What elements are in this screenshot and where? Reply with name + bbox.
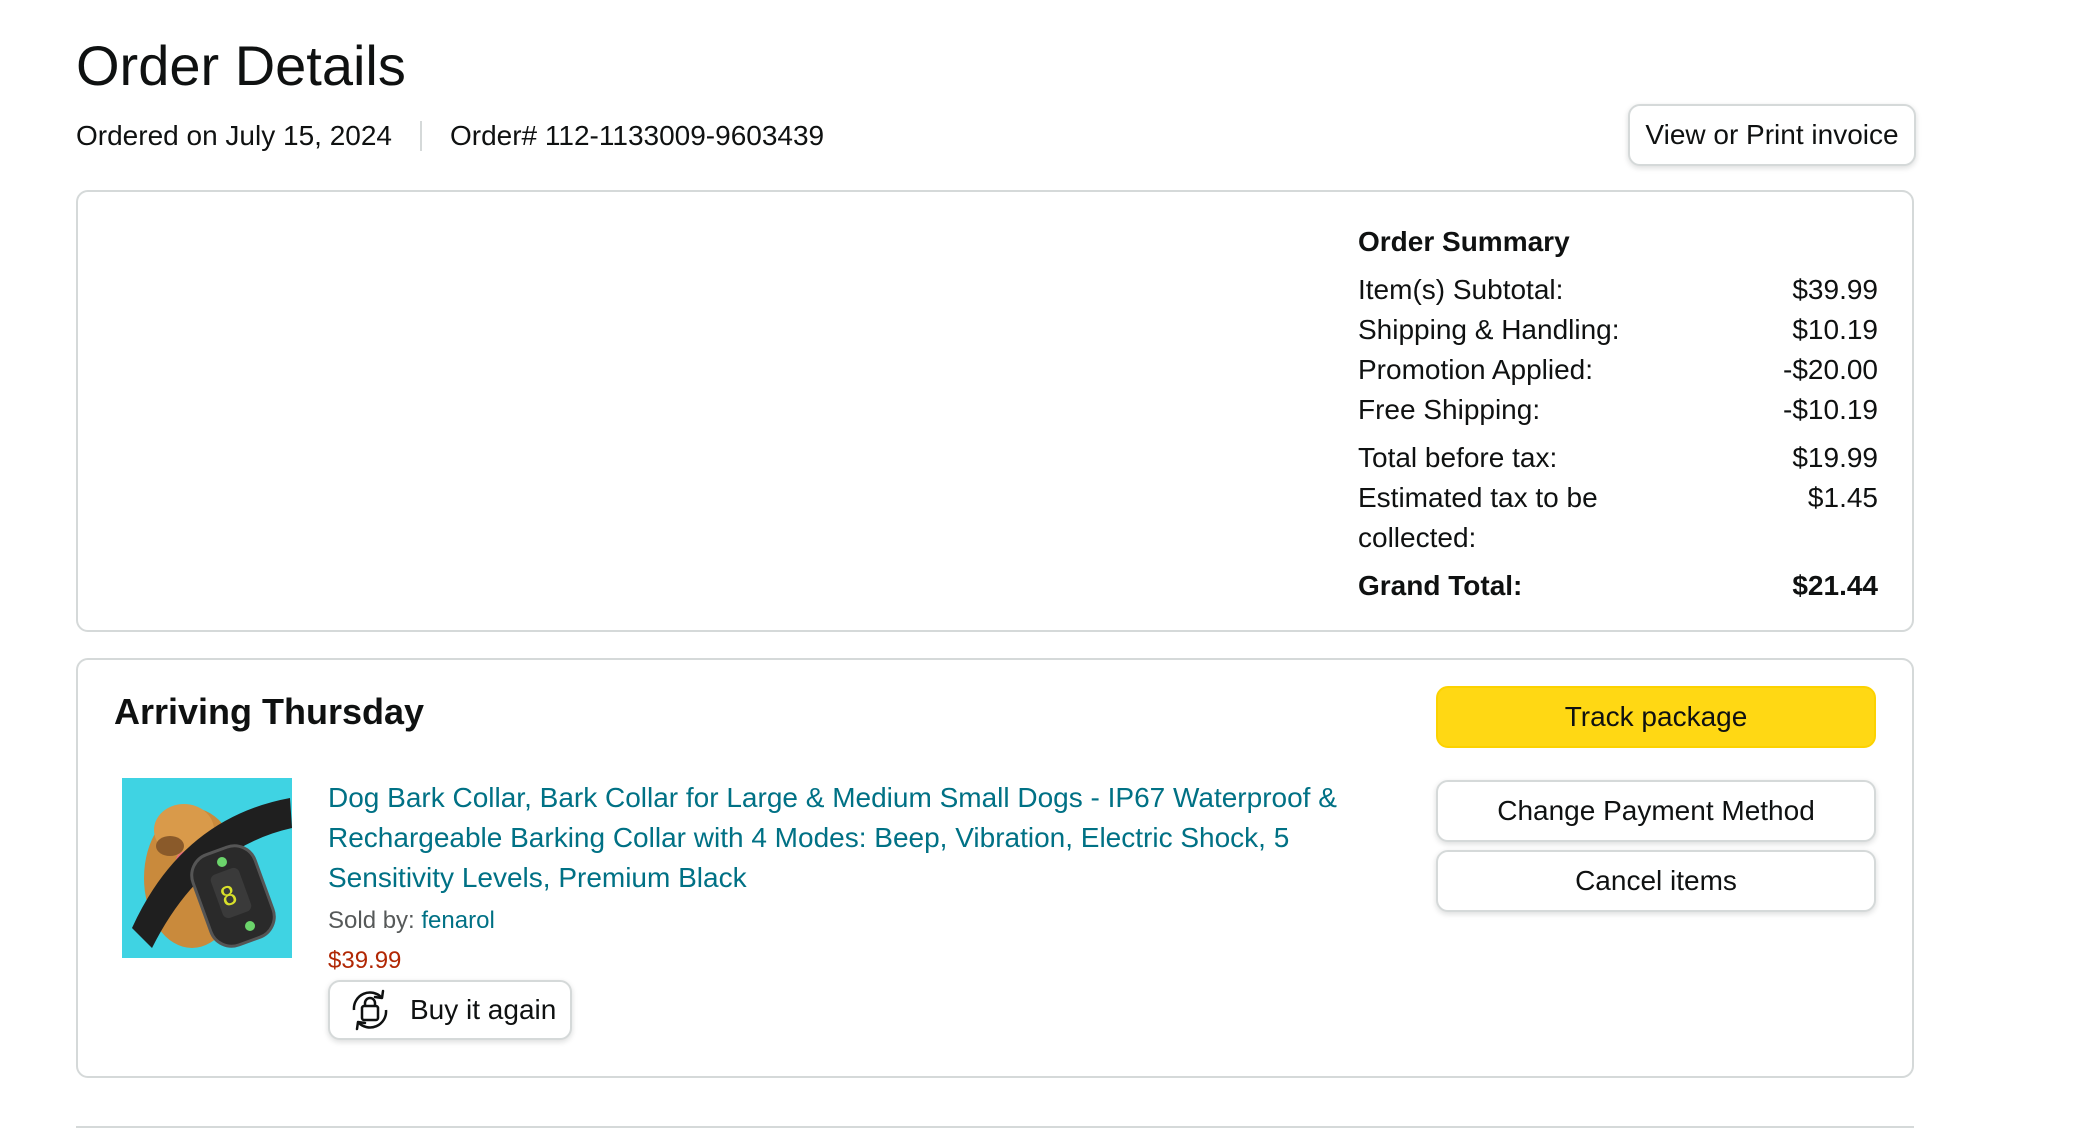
order-date: Ordered on July 15, 2024	[76, 120, 392, 151]
summary-row-grand-total: Grand Total: $21.44	[1358, 566, 1878, 606]
order-summary-title: Order Summary	[1358, 226, 1570, 257]
order-number: Order# 112-1133009-9603439	[449, 120, 825, 151]
summary-value: $19.99	[1792, 442, 1878, 473]
summary-value: $1.45	[1807, 482, 1878, 513]
summary-label: Promotion Applied:	[1358, 354, 1594, 385]
summary-value: -$20.00	[1783, 354, 1878, 385]
summary-row-subtotal: Item(s) Subtotal: $39.99	[1358, 270, 1878, 310]
grand-total-value: $21.44	[1792, 570, 1878, 601]
track-package-button[interactable]: Track package	[1436, 686, 1876, 748]
product-image[interactable]: 8	[122, 778, 292, 958]
page-title: Order Details	[76, 34, 406, 97]
view-print-invoice-button[interactable]: View or Print invoice	[1628, 104, 1916, 166]
dog-collar-icon: 8	[122, 778, 292, 958]
buy-again-icon	[352, 989, 388, 1031]
summary-value: $39.99	[1792, 274, 1878, 305]
summary-row-estimated-tax: Estimated tax to be collected: $1.45	[1358, 478, 1878, 558]
summary-row-promotion: Promotion Applied: -$20.00	[1358, 350, 1878, 390]
summary-label: Estimated tax to be collected:	[1358, 482, 1598, 553]
summary-row-total-before-tax: Total before tax: $19.99	[1358, 438, 1878, 478]
grand-total-label: Grand Total:	[1358, 570, 1523, 601]
summary-label: Free Shipping:	[1358, 394, 1541, 425]
sold-by-label: Sold by:	[328, 907, 422, 934]
summary-label: Item(s) Subtotal:	[1358, 274, 1564, 305]
buy-again-label: Buy it again	[410, 994, 557, 1025]
bottom-divider	[76, 1126, 1914, 1128]
order-summary-box: Order Summary Item(s) Subtotal: $39.99 S…	[76, 190, 1914, 632]
cancel-items-button[interactable]: Cancel items	[1436, 850, 1876, 912]
summary-value: -$10.19	[1783, 394, 1878, 425]
sold-by: Sold by: fenarol	[328, 904, 495, 938]
summary-label: Shipping & Handling:	[1358, 314, 1620, 345]
seller-link[interactable]: fenarol	[421, 907, 494, 934]
summary-label: Total before tax:	[1358, 442, 1558, 473]
order-meta: Ordered on July 15, 2024 Order# 112-1133…	[76, 118, 824, 154]
change-payment-method-button[interactable]: Change Payment Method	[1436, 780, 1876, 842]
buy-it-again-button[interactable]: Buy it again	[328, 980, 572, 1040]
meta-divider	[419, 121, 422, 151]
product-title-link[interactable]: Dog Bark Collar, Bark Collar for Large &…	[328, 778, 1368, 898]
summary-row-free-shipping: Free Shipping: -$10.19	[1358, 390, 1878, 430]
product-price: $39.99	[328, 947, 402, 974]
delivery-status: Arriving Thursday	[114, 691, 425, 732]
summary-row-shipping: Shipping & Handling: $10.19	[1358, 310, 1878, 350]
shipment-box: Arriving Thursday 8 Dog Bark Collar, Bar…	[76, 658, 1914, 1078]
order-summary: Order Summary Item(s) Subtotal: $39.99 S…	[1358, 222, 1878, 606]
summary-value: $10.19	[1792, 314, 1878, 345]
